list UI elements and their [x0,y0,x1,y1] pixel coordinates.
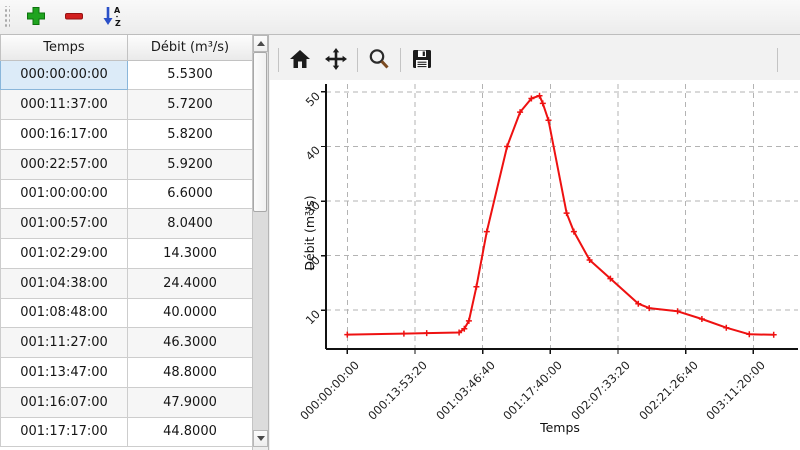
cell-temps[interactable]: 001:17:17:00 [1,417,128,447]
cell-debit[interactable]: 5.9200 [128,149,253,179]
cell-debit[interactable]: 6.6000 [128,179,253,209]
cell-debit[interactable]: 14.3000 [128,239,253,269]
data-table: Temps Débit (m³/s) 000:00:00:005.5300000… [0,35,253,447]
scrollbar-thumb[interactable] [253,52,267,212]
cell-temps[interactable]: 001:04:38:00 [1,268,128,298]
chart-figure[interactable]: 000:00:00:00000:13:53:20001:03:46:40001:… [270,80,800,450]
sort-az-icon: A Z [100,4,124,31]
table-header-row: Temps Débit (m³/s) [1,35,253,60]
table-panel: Temps Débit (m³/s) 000:00:00:005.5300000… [0,35,269,450]
column-header-temps[interactable]: Temps [1,35,128,60]
toolbar-separator [357,48,358,72]
toolbar-separator [278,48,279,72]
svg-text:Z: Z [115,19,121,28]
cell-temps[interactable]: 000:00:00:00 [1,60,128,90]
scroll-down-button[interactable] [253,430,268,447]
pan-button[interactable] [321,45,351,75]
zoom-button[interactable] [364,45,394,75]
column-header-debit[interactable]: Débit (m³/s) [128,35,253,60]
table-row: 001:00:00:006.6000 [1,179,253,209]
vertical-scrollbar[interactable] [252,35,268,450]
chart-panel: 000:00:00:00000:13:53:20001:03:46:40001:… [270,35,800,450]
cell-debit[interactable]: 44.8000 [128,417,253,447]
cell-debit[interactable]: 5.8200 [128,120,253,150]
floppy-disk-icon [410,47,434,74]
move-icon [324,47,348,74]
table-row: 001:02:29:0014.3000 [1,239,253,269]
add-row-button[interactable] [22,3,50,31]
home-icon [288,47,312,74]
scrollbar-track[interactable] [253,52,268,430]
table-row: 001:04:38:0024.4000 [1,268,253,298]
table-row: 001:11:27:0046.3000 [1,328,253,358]
cell-temps[interactable]: 001:08:48:00 [1,298,128,328]
minus-icon [63,5,85,30]
cell-debit[interactable]: 47.9000 [128,387,253,417]
home-button[interactable] [285,45,315,75]
x-axis-label: Temps [540,420,580,435]
svg-text:A: A [114,6,121,15]
table-row: 000:22:57:005.9200 [1,149,253,179]
cell-debit[interactable]: 48.8000 [128,358,253,388]
table-row: 000:00:00:005.5300 [1,60,253,90]
cell-debit[interactable]: 8.0400 [128,209,253,239]
sort-button[interactable]: A Z [98,3,126,31]
table-row: 001:16:07:0047.9000 [1,387,253,417]
cell-temps[interactable]: 000:22:57:00 [1,149,128,179]
table-row: 001:13:47:0048.8000 [1,358,253,388]
remove-row-button[interactable] [60,3,88,31]
cell-temps[interactable]: 001:11:27:00 [1,328,128,358]
table-row: 001:17:17:0044.8000 [1,417,253,447]
cell-temps[interactable]: 001:13:47:00 [1,358,128,388]
magnifier-icon [367,47,391,74]
cell-debit[interactable]: 24.4000 [128,268,253,298]
app-window: A Z Temps Débit (m³/s) 000:00:00:005.530… [0,0,800,450]
down-arrow-icon [257,436,265,441]
plus-icon [25,5,47,30]
save-button[interactable] [407,45,437,75]
cell-debit[interactable]: 5.7200 [128,90,253,120]
table-row: 000:11:37:005.7200 [1,90,253,120]
cell-temps[interactable]: 000:11:37:00 [1,90,128,120]
table-row: 000:16:17:005.8200 [1,120,253,150]
cell-temps[interactable]: 001:00:00:00 [1,179,128,209]
cell-debit[interactable]: 5.5300 [128,60,253,90]
table-row: 001:00:57:008.0400 [1,209,253,239]
cell-temps[interactable]: 001:02:29:00 [1,239,128,269]
chart-toolbar [270,43,800,77]
up-arrow-icon [257,41,265,46]
toolbar-separator [400,48,401,72]
scroll-up-button[interactable] [253,35,268,52]
cell-temps[interactable]: 000:16:17:00 [1,120,128,150]
cell-temps[interactable]: 001:16:07:00 [1,387,128,417]
main-toolbar: A Z [0,0,800,35]
toolbar-grip-handle[interactable] [3,6,10,28]
cell-debit[interactable]: 40.0000 [128,298,253,328]
cell-temps[interactable]: 001:00:57:00 [1,209,128,239]
table-row: 001:08:48:0040.0000 [1,298,253,328]
y-axis-label: Débit (m³/s) [302,195,317,270]
toolbar-separator [777,48,778,72]
cell-debit[interactable]: 46.3000 [128,328,253,358]
